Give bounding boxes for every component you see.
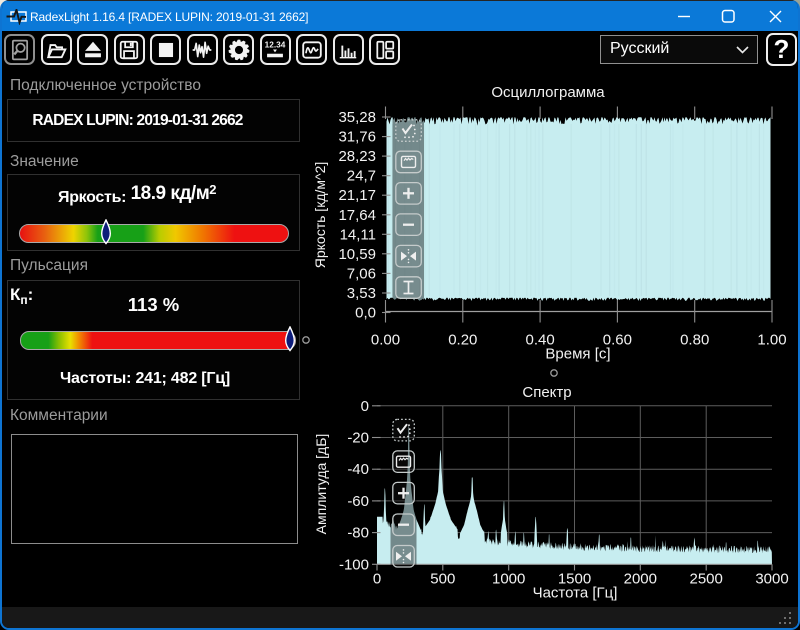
svg-text:3000: 3000 xyxy=(755,571,788,588)
svg-text:28,23: 28,23 xyxy=(338,148,376,165)
svg-text:Время [с]: Время [с] xyxy=(545,346,610,363)
svg-text:24,7: 24,7 xyxy=(347,168,376,185)
svg-text:0.20: 0.20 xyxy=(448,332,477,349)
svg-text:Спектр: Спектр xyxy=(522,384,571,401)
svg-text:-60: -60 xyxy=(347,493,369,510)
svg-text:0,0: 0,0 xyxy=(355,305,376,322)
svg-text:0: 0 xyxy=(361,398,369,415)
svg-text:-20: -20 xyxy=(347,430,369,447)
svg-text:14,11: 14,11 xyxy=(340,226,376,243)
svg-text:1000: 1000 xyxy=(492,571,525,588)
svg-text:-40: -40 xyxy=(347,461,369,478)
svg-text:Яркость [кд/м^2]: Яркость [кд/м^2] xyxy=(312,162,328,269)
svg-text:12.34: 12.34 xyxy=(265,40,286,49)
svg-text:500: 500 xyxy=(430,571,455,588)
svg-text:1.00: 1.00 xyxy=(757,332,786,349)
svg-text:17,64: 17,64 xyxy=(338,207,376,224)
svg-text:Амплитуда [дБ]: Амплитуда [дБ] xyxy=(313,434,329,535)
svg-text:0.00: 0.00 xyxy=(371,332,400,349)
svg-text:-100: -100 xyxy=(339,556,369,573)
svg-text:10,59: 10,59 xyxy=(338,246,376,263)
svg-text:2000: 2000 xyxy=(624,571,657,588)
svg-text:-80: -80 xyxy=(347,525,369,542)
svg-text:2500: 2500 xyxy=(690,571,723,588)
svg-text:Осциллограмма: Осциллограмма xyxy=(491,84,605,101)
svg-text:3,53: 3,53 xyxy=(347,285,376,302)
svg-text:0: 0 xyxy=(373,571,381,588)
svg-text:31,76: 31,76 xyxy=(338,129,376,146)
svg-text:21,17: 21,17 xyxy=(338,187,376,204)
svg-text:7,06: 7,06 xyxy=(347,265,376,282)
svg-text:Частота [Гц]: Частота [Гц] xyxy=(533,585,618,602)
svg-text:0.80: 0.80 xyxy=(680,332,709,349)
svg-text:35,28: 35,28 xyxy=(338,109,376,126)
